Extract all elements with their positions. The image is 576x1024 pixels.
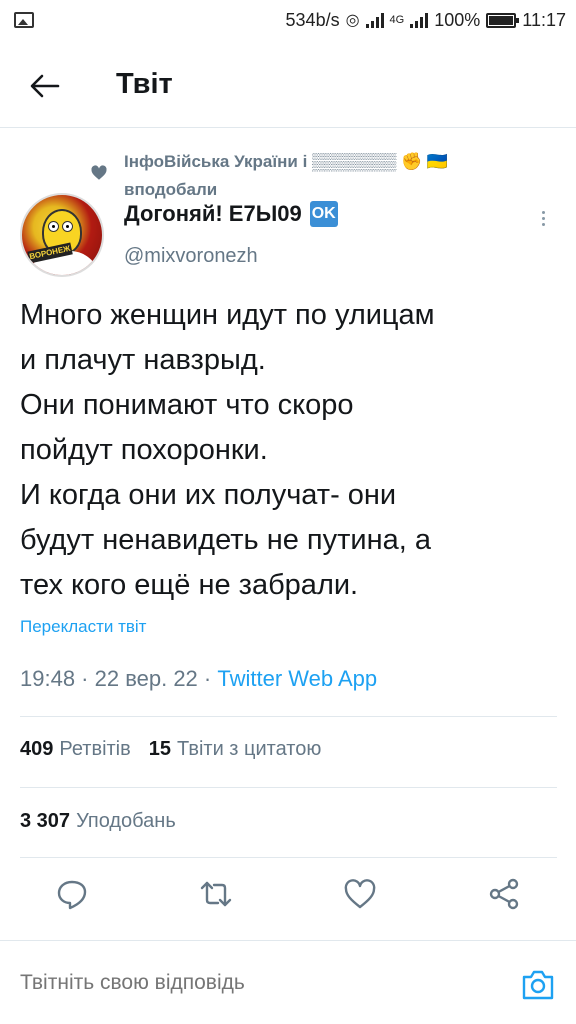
ok-badge: OK <box>309 201 338 227</box>
back-arrow-icon[interactable] <box>26 68 62 104</box>
quotes-count: 15 <box>148 738 172 760</box>
likes-stat[interactable]: 3 307 Уподобань <box>20 810 176 833</box>
clock: 11:17 <box>522 9 566 30</box>
more-options-icon[interactable] <box>537 208 549 236</box>
tweet-timestamp: 19:48 · 22 вер. 22 · <box>20 666 218 691</box>
tweet-text: Много женщин идут по улицам и плачут нав… <box>20 299 435 601</box>
page-title: Твіт <box>116 68 173 100</box>
like-icon[interactable] <box>342 876 378 912</box>
user-handle[interactable]: @mixvoronezh <box>124 245 258 268</box>
avatar[interactable]: ВОРОНЕЖ <box>20 193 104 277</box>
header-divider <box>0 127 576 128</box>
divider <box>20 716 557 717</box>
heart-icon <box>91 165 107 180</box>
quotes-label: Твіти з цитатою <box>177 738 322 760</box>
divider <box>20 787 557 788</box>
avatar-eye <box>48 221 59 232</box>
network-type: 4G <box>389 14 405 26</box>
camera-icon[interactable] <box>520 967 556 1003</box>
reply-icon[interactable] <box>54 876 90 912</box>
likes-label: Уподобань <box>76 810 176 832</box>
top-bar: Твіт <box>0 50 576 120</box>
share-icon[interactable] <box>486 876 522 912</box>
reply-input[interactable] <box>20 971 490 995</box>
likes-count: 3 307 <box>20 810 71 832</box>
signal-2-icon <box>410 12 429 28</box>
battery-percent: 100% <box>434 9 481 30</box>
user-display-name[interactable]: Догоняй! Е7Ы09 OK <box>124 201 338 227</box>
reply-bar <box>0 940 576 1024</box>
tweet-source-link[interactable]: Twitter Web App <box>217 666 377 691</box>
status-bar: 534b/s ◎ 4G 100% 11:17 <box>0 0 576 40</box>
quotes-stat[interactable]: 15 Твіти з цитатою <box>149 738 322 761</box>
image-notification-icon <box>14 12 34 28</box>
tweet-meta: 19:48 · 22 вер. 22 · Twitter Web App <box>20 666 377 692</box>
retweets-stat[interactable]: 409 Ретвітів <box>20 738 131 761</box>
retweet-icon[interactable] <box>198 876 234 912</box>
social-context-text[interactable]: ІнфоВійська України і ▒▒▒▒▒▒▒ ✊ 🇺🇦 вподо… <box>124 148 504 204</box>
user-name-text: Догоняй! Е7Ы09 <box>124 201 302 226</box>
retweets-label: Ретвітів <box>59 738 131 760</box>
hotspot-icon: ◎ <box>345 12 360 29</box>
translate-tweet-link[interactable]: Перекласти твіт <box>20 617 146 637</box>
net-speed: 534b/s <box>285 9 340 30</box>
divider <box>20 857 557 858</box>
retweets-count: 409 <box>20 738 54 760</box>
signal-icon <box>365 12 384 28</box>
engagement-stats: 409 Ретвітів 15 Твіти з цитатою <box>20 738 321 761</box>
avatar-eye <box>62 221 73 232</box>
tweet-actions <box>0 870 576 920</box>
battery-icon <box>486 12 520 28</box>
